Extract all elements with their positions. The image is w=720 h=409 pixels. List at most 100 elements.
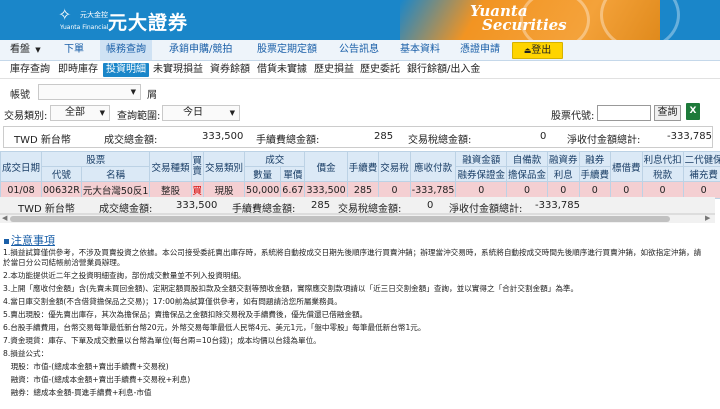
summary-bar: TWD 新台幣 成交總金額: 333,500 手續費總金額: 285 交易稅總金… [3,126,713,148]
table-row[interactable]: 01/08 00632R 元大台灣50反1 整股 買 現股 50,000 6.6… [0,181,720,199]
subnav-item-bank-balance[interactable]: 銀行餘額/出入金 [407,63,480,77]
cell-receivable: -333,785 [409,181,457,199]
col-margin-amount: 融資金額 [455,151,507,167]
col-short-margin: 融券保證金 [455,166,507,182]
subnav-item-unrealized-pl[interactable]: 未實現損益 [153,63,203,77]
col-trade-category: 交易類別 [203,151,246,182]
investment-detail-table: 成交日期 股票 交易種類 買賣 交易類別 成交 價金 手續費 交易稅 應收付款 … [0,151,720,199]
chevron-down-icon: ▼ [130,88,136,96]
subnav-item-borrow[interactable]: 借貨未實據 [257,63,307,77]
subnav-item-margin-balance[interactable]: 資券餘額 [210,63,250,77]
col-fin-fee: 融券 [578,151,612,167]
cell-kind: 整股 [149,181,192,199]
col-stock-name: 名稱 [80,166,151,182]
notes-title: 注意事項 [4,232,55,248]
col-collateral-amount: 擔保品金 [505,166,549,182]
note-line: 融資：市值-(總成本金額+賣出手續費+交易稅+利息) [3,375,191,384]
summary-net-label: 淨收付金額總計: [567,135,641,146]
nav-item-watch[interactable]: 看盤 ▼ [10,40,41,60]
chevron-down-icon: ▼ [35,46,41,54]
total-tax-value: 0 [427,200,434,211]
account-select[interactable]: ▼ [38,84,141,100]
scroll-right-icon[interactable]: ▶ [705,214,710,222]
cell-qty: 50,000 [244,181,282,199]
note-line: 現股：市值-(總成本金額+賣出手續費+交易稅) [3,362,169,371]
subnav-item-history-pl[interactable]: 歷史損益 [314,63,354,77]
logo-main-text: 元大證券 [108,12,189,34]
col-deal: 成交 [244,151,306,167]
subnav-item-investment-detail[interactable]: 投資明細 [103,63,149,77]
nav-item-announcements[interactable]: 公告訊息 [339,40,379,60]
cell-fee: 285 [346,181,380,199]
col-supplement-fee: 補充費 [682,166,720,182]
sub-nav: 庫存查詢 即時庫存 投資明細 未實現損益 資券餘額 借貨未實據 歷史損益 歷史委… [0,61,720,79]
subnav-item-inventory[interactable]: 庫存查詢 [10,63,50,77]
col-handling-fee: 手續費 [578,166,612,182]
subnav-item-history-orders[interactable]: 歷史委託 [360,63,400,77]
brand-en: Yuanta Securities [470,2,567,34]
col-interest: 利息 [547,166,580,182]
total-net-value: -333,785 [535,200,580,211]
excel-export-icon[interactable]: X [686,103,700,120]
cell-price: 6.67 [280,181,306,199]
col-margin-interest: 融資券 [547,151,580,167]
nav-item-certificate[interactable]: 憑證申請 [460,40,500,60]
summary-fee-value: 285 [374,131,394,142]
summary-fee-label: 手續費總金額: [256,135,320,146]
cell-buy-sell: 買 [190,181,204,199]
col-unit-price: 單價 [280,166,306,182]
cell-tax: 0 [378,181,411,199]
cell-interest: 0 [641,181,684,199]
summary-currency: TWD 新台幣 [14,135,71,146]
col-stock-code: 代號 [41,166,82,182]
scrollbar-thumb[interactable] [10,216,670,222]
col-receivable: 應收付款 [409,151,457,182]
nav-item-regular-invest[interactable]: 股票定期定額 [257,40,317,60]
logo-sub-cn: 元大金控 [80,11,108,19]
col-self-collateral: 自備款 [505,151,549,167]
col-amount: 價金 [304,151,348,182]
col-tax-amount: 稅款 [641,166,684,182]
nav-item-order[interactable]: 下單 [64,40,84,60]
total-currency: TWD 新台幣 [18,204,75,215]
nav-item-ipo[interactable]: 承銷申購/競拍 [169,40,232,60]
cell-code: 00632R [41,181,82,199]
range-label: 查詢範圍: [117,111,161,122]
cell-margin: 0 [455,181,507,199]
cell-category: 現股 [203,181,246,199]
subnav-item-realtime-inventory[interactable]: 即時庫存 [58,63,98,77]
col-tax: 交易稅 [378,151,411,182]
col-fee: 手續費 [346,151,380,182]
note-line: 4.當日庫交割金額(不含借貸擔保品之交易)；17:00前為試算僅供參考，如有問題… [3,297,342,306]
col-ticket-fee: 標借費 [610,151,643,182]
horizontal-scrollbar[interactable]: ◀ ▶ [0,214,715,223]
chevron-down-icon: ▼ [229,109,235,117]
app-header: ✧ 元大金控 Yuanta Financial 元大證券 Yuanta Secu… [0,0,720,40]
trade-type-select[interactable]: 全部 ▼ [50,105,110,121]
logo[interactable]: ✧ 元大金控 Yuanta Financial 元大證券 [0,0,190,40]
trade-type-label: 交易類別: [4,111,48,122]
logout-button[interactable]: ⏏登出 [512,42,563,59]
summary-deal-label: 成交總金額: [104,135,158,146]
total-net-label: 淨收付金額總計: [449,204,523,215]
nav-item-account-query[interactable]: 帳務查詢 [100,40,152,60]
account-suffix: 屑 [147,90,157,101]
scroll-left-icon[interactable]: ◀ [2,214,7,222]
stock-code-input[interactable] [597,105,651,121]
cell-amount: 333,500 [304,181,348,199]
stock-code-label: 股票代號: [551,111,595,122]
range-select[interactable]: 今日 ▼ [162,105,240,121]
col-qty: 數量 [244,166,282,182]
summary-tax-value: 0 [540,131,547,142]
yuanta-logo-icon: ✧ [58,5,72,24]
cell-date: 01/08 [0,181,43,199]
total-deal-label: 成交總金額: [99,204,153,215]
cell-margin-interest: 0 [547,181,580,199]
col-interest-withhold: 利息代扣 [641,151,684,167]
query-button[interactable]: 查詢 [654,105,681,121]
col-trade-kind: 交易種類 [149,151,192,182]
logo-sub-en: Yuanta Financial [60,24,109,31]
nav-item-profile[interactable]: 基本資料 [400,40,440,60]
cell-self-collateral: 0 [505,181,549,199]
note-line: 3.上開「應收付金額」含(先賣未買回金額)、定期定額買股扣款及全額交割等預收金額… [3,284,579,293]
